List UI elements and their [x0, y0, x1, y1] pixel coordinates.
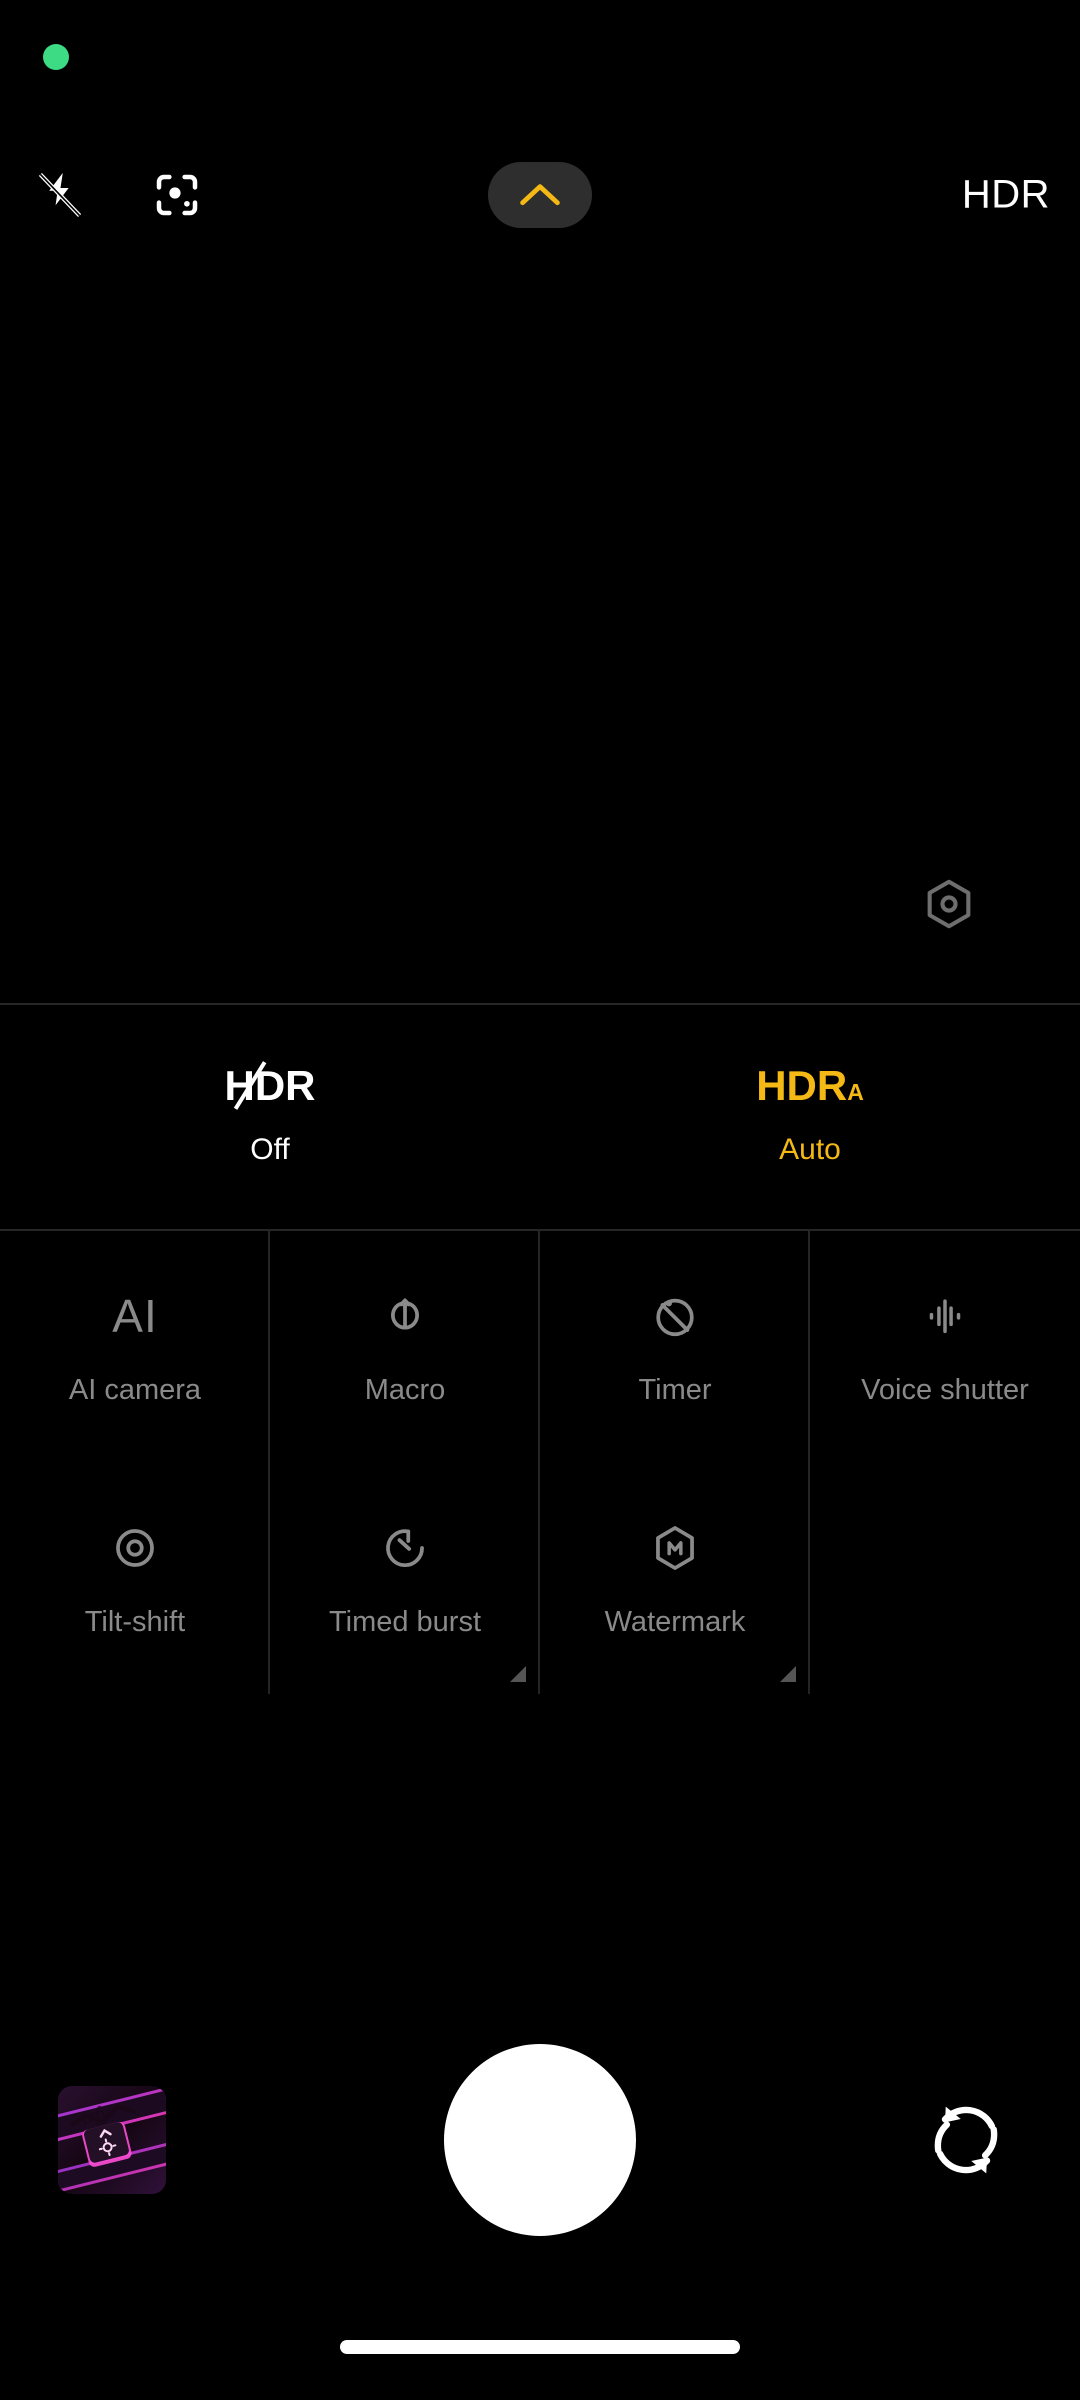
flash-off-button[interactable]: [28, 163, 92, 227]
feature-label: Timer: [638, 1373, 712, 1406]
feature-grid: AI AI camera Macro Timer Voice shutter T…: [0, 1230, 1080, 1694]
bottom-control-bar: trfy: [0, 2010, 1080, 2270]
flash-off-icon: [38, 172, 82, 217]
hdr-auto-label: Auto: [779, 1133, 841, 1166]
hdr-auto-subscript: A: [847, 1079, 864, 1105]
hdr-option-strip: HDR Off HDRA Auto: [0, 1004, 1080, 1228]
stopwatch-arc-icon: [386, 1528, 424, 1567]
feature-label: Macro: [364, 1373, 446, 1406]
cell-divider: [808, 1462, 810, 1694]
aperture-settings-button[interactable]: [913, 868, 985, 940]
hexagon-aperture-icon: [927, 879, 971, 929]
gesture-home-bar[interactable]: [340, 2340, 740, 2354]
feature-empty-slot: [810, 1462, 1080, 1694]
camera-viewfinder[interactable]: [0, 250, 1080, 988]
hdr-option-auto[interactable]: HDRA Auto: [540, 1004, 1080, 1228]
gallery-thumbnail-button[interactable]: trfy: [58, 2086, 166, 2194]
expandable-badge-icon: [510, 1666, 526, 1682]
hdr-off-label: Off: [250, 1133, 290, 1166]
feature-label: AI camera: [68, 1373, 202, 1406]
expand-settings-button[interactable]: [488, 162, 592, 228]
shutter-button[interactable]: [444, 2044, 636, 2236]
privacy-indicator-dot: [43, 44, 69, 70]
camera-screen: HDR HDR Off HDRA Auto AI AI camera Macro…: [0, 0, 1080, 2400]
chevron-up-icon: [520, 184, 560, 206]
hexagon-m-icon: [656, 1525, 694, 1570]
photo-thumbnail: trfy: [58, 2086, 166, 2194]
expandable-badge-icon: [780, 1666, 796, 1682]
hdr-auto-glyph: HDR: [756, 1062, 848, 1109]
feature-macro[interactable]: Macro: [270, 1230, 540, 1462]
hdr-status-indicator[interactable]: HDR: [950, 167, 1062, 224]
feature-ai-camera[interactable]: AI AI camera: [0, 1230, 270, 1462]
feature-timer[interactable]: Timer: [540, 1230, 810, 1462]
ai-text-icon: AI: [112, 1289, 158, 1342]
feature-tilt-shift[interactable]: Tilt-shift: [0, 1462, 270, 1694]
feature-voice-shutter[interactable]: Voice shutter: [810, 1230, 1080, 1462]
hdr-off-icon: HDR: [225, 1065, 316, 1107]
hdr-off-glyph: HDR: [224, 1062, 316, 1109]
hdr-auto-icon: HDRA: [756, 1065, 864, 1107]
hdr-option-off[interactable]: HDR Off: [0, 1004, 540, 1228]
switch-camera-button[interactable]: [914, 2088, 1018, 2192]
top-toolbar: HDR: [0, 140, 1080, 250]
feature-timed-burst[interactable]: Timed burst: [270, 1462, 540, 1694]
feature-label: Timed burst: [328, 1605, 482, 1638]
flip-camera-icon: [934, 2106, 998, 2174]
feature-label: Watermark: [604, 1605, 746, 1638]
waveform-icon: [929, 1298, 961, 1333]
concentric-circles-icon: [116, 1528, 154, 1567]
feature-watermark[interactable]: Watermark: [540, 1462, 810, 1694]
timer-off-icon: [656, 1298, 694, 1336]
feature-label: Tilt-shift: [84, 1605, 186, 1638]
ai-scan-icon: [156, 174, 198, 216]
ai-scan-button[interactable]: [145, 163, 209, 227]
tulip-flower-icon: [391, 1298, 419, 1330]
feature-label: Voice shutter: [861, 1373, 1029, 1406]
